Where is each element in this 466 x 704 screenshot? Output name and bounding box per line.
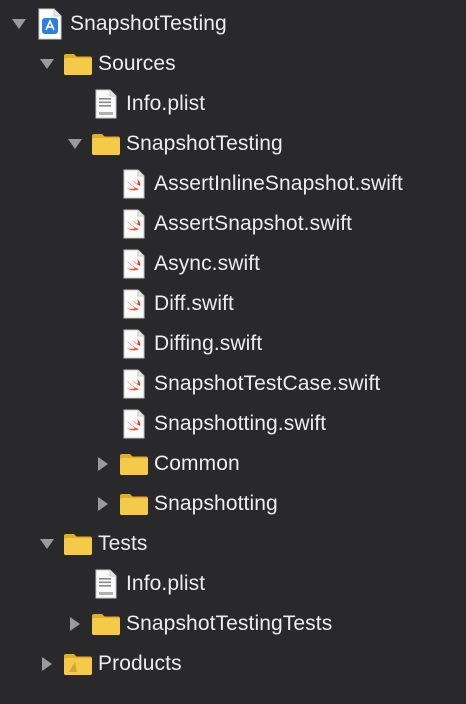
tree-row[interactable]: Products — [0, 644, 466, 684]
tree-row[interactable]: Info.plist — [0, 84, 466, 124]
tree-row-label: Products — [98, 652, 182, 675]
folder-icon — [118, 488, 150, 520]
tree-row-label: Info.plist — [126, 92, 206, 115]
tree-row-label: Tests — [98, 532, 148, 555]
tree-row[interactable]: SnapshotTesting — [0, 4, 466, 44]
swift-file-icon — [118, 208, 150, 240]
tree-row[interactable]: Snapshotting.swift — [0, 404, 466, 444]
tree-row-label: AssertInlineSnapshot.swift — [154, 172, 403, 195]
tree-row[interactable]: Info.plist — [0, 564, 466, 604]
disclosure-expanded-icon[interactable] — [8, 13, 30, 35]
tree-row-label: SnapshotTesting — [126, 132, 283, 155]
tree-row-label: Diff.swift — [154, 292, 234, 315]
folder-icon — [62, 528, 94, 560]
tree-row-label: SnapshotTestingTests — [126, 612, 333, 635]
tree-row-label: Diffing.swift — [154, 332, 263, 355]
tree-row-label: Common — [154, 452, 240, 475]
disclosure-collapsed-icon[interactable] — [64, 613, 86, 635]
tree-row[interactable]: Common — [0, 444, 466, 484]
swift-file-icon — [118, 168, 150, 200]
disclosure-expanded-icon[interactable] — [64, 133, 86, 155]
tree-row[interactable]: Diff.swift — [0, 284, 466, 324]
tree-row[interactable]: SnapshotTesting — [0, 124, 466, 164]
disclosure-expanded-icon[interactable] — [36, 53, 58, 75]
tree-row-label: Async.swift — [154, 252, 261, 275]
swift-file-icon — [118, 368, 150, 400]
tree-row-label: Info.plist — [126, 572, 206, 595]
tree-row[interactable]: AssertSnapshot.swift — [0, 204, 466, 244]
folder-icon — [90, 128, 122, 160]
project-navigator: SnapshotTesting Sources Info.plist Snapshot… — [0, 0, 466, 704]
tree-row[interactable]: SnapshotTestCase.swift — [0, 364, 466, 404]
folder-icon — [118, 448, 150, 480]
swift-file-icon — [118, 408, 150, 440]
plist-file-icon — [90, 88, 122, 120]
folder-icon — [62, 48, 94, 80]
tree-row[interactable]: SnapshotTestingTests — [0, 604, 466, 644]
swift-file-icon — [118, 248, 150, 280]
tree-row-label: Snapshotting — [154, 492, 278, 515]
tree-row[interactable]: Snapshotting — [0, 484, 466, 524]
plist-file-icon — [90, 568, 122, 600]
disclosure-expanded-icon[interactable] — [36, 533, 58, 555]
tree-row-label: Sources — [98, 52, 176, 75]
tree-row[interactable]: Async.swift — [0, 244, 466, 284]
swift-file-icon — [118, 288, 150, 320]
products-folder-icon — [62, 648, 94, 680]
tree-row[interactable]: Diffing.swift — [0, 324, 466, 364]
tree-row-label: SnapshotTestCase.swift — [154, 372, 381, 395]
tree-row[interactable]: Tests — [0, 524, 466, 564]
disclosure-collapsed-icon[interactable] — [36, 653, 58, 675]
tree-row[interactable]: AssertInlineSnapshot.swift — [0, 164, 466, 204]
disclosure-collapsed-icon[interactable] — [92, 453, 114, 475]
folder-icon — [90, 608, 122, 640]
tree-row[interactable]: Sources — [0, 44, 466, 84]
xcode-project-icon — [34, 8, 66, 40]
swift-file-icon — [118, 328, 150, 360]
disclosure-collapsed-icon[interactable] — [92, 493, 114, 515]
tree-row-label: Snapshotting.swift — [154, 412, 327, 435]
tree-row-label: AssertSnapshot.swift — [154, 212, 353, 235]
tree-row-label: SnapshotTesting — [70, 12, 227, 35]
